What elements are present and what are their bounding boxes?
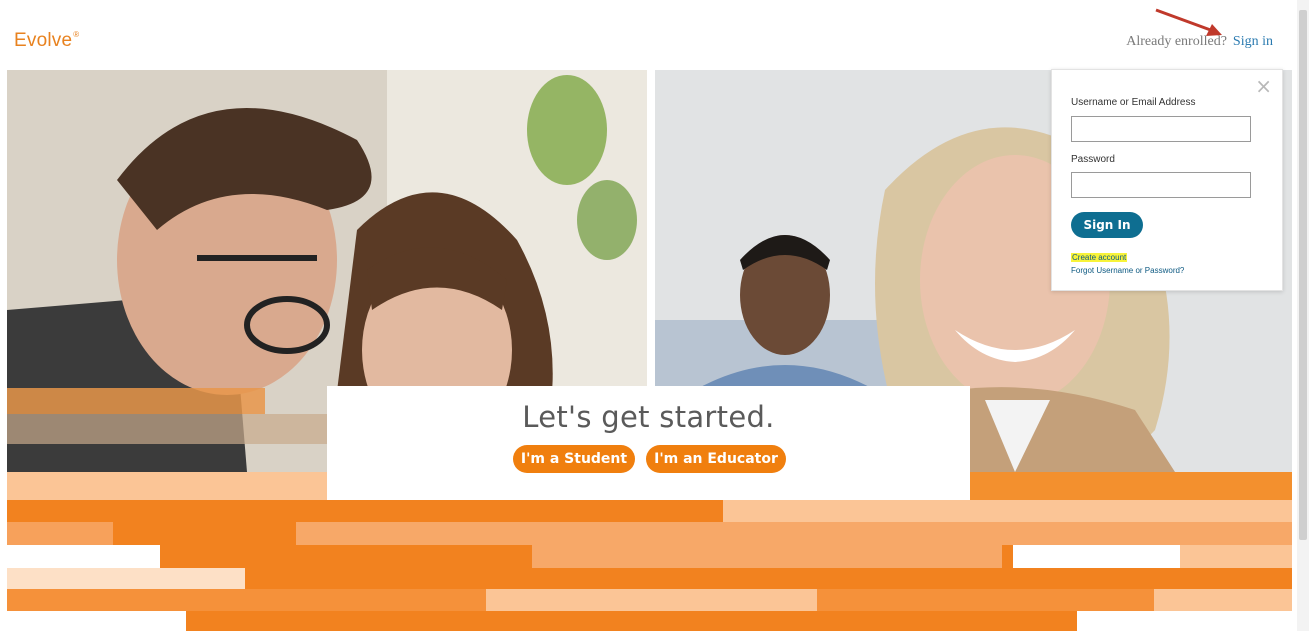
username-input[interactable] [1071, 116, 1251, 142]
close-icon[interactable]: × [1255, 74, 1272, 98]
logo-mark: ® [73, 30, 80, 39]
create-account-link[interactable]: Create account [1071, 253, 1128, 262]
student-button[interactable]: I'm a Student [513, 445, 635, 473]
evolve-logo[interactable]: Evolve® [14, 30, 79, 52]
signin-panel: × Username or Email Address Password Sig… [1051, 69, 1283, 291]
educator-button[interactable]: I'm an Educator [646, 445, 786, 473]
scrollbar-thumb[interactable] [1299, 10, 1307, 540]
get-started-card: Let's get started. I'm a Student I'm an … [327, 386, 970, 500]
already-enrolled: Already enrolled? Sign in [1126, 34, 1273, 50]
page-title: Let's get started. [522, 400, 775, 434]
header-signin-link[interactable]: Sign in [1233, 34, 1273, 49]
forgot-credentials-link[interactable]: Forgot Username or Password? [1071, 266, 1184, 275]
page: Evolve® Already enrolled? Sign in Let's … [0, 0, 1309, 631]
already-enrolled-text: Already enrolled? [1126, 34, 1227, 49]
password-label: Password [1071, 154, 1115, 165]
logo-text: Evolve [14, 30, 73, 51]
username-label: Username or Email Address [1071, 97, 1196, 108]
signin-button[interactable]: Sign In [1071, 212, 1143, 238]
password-input[interactable] [1071, 172, 1251, 198]
vertical-scrollbar[interactable] [1297, 0, 1309, 631]
